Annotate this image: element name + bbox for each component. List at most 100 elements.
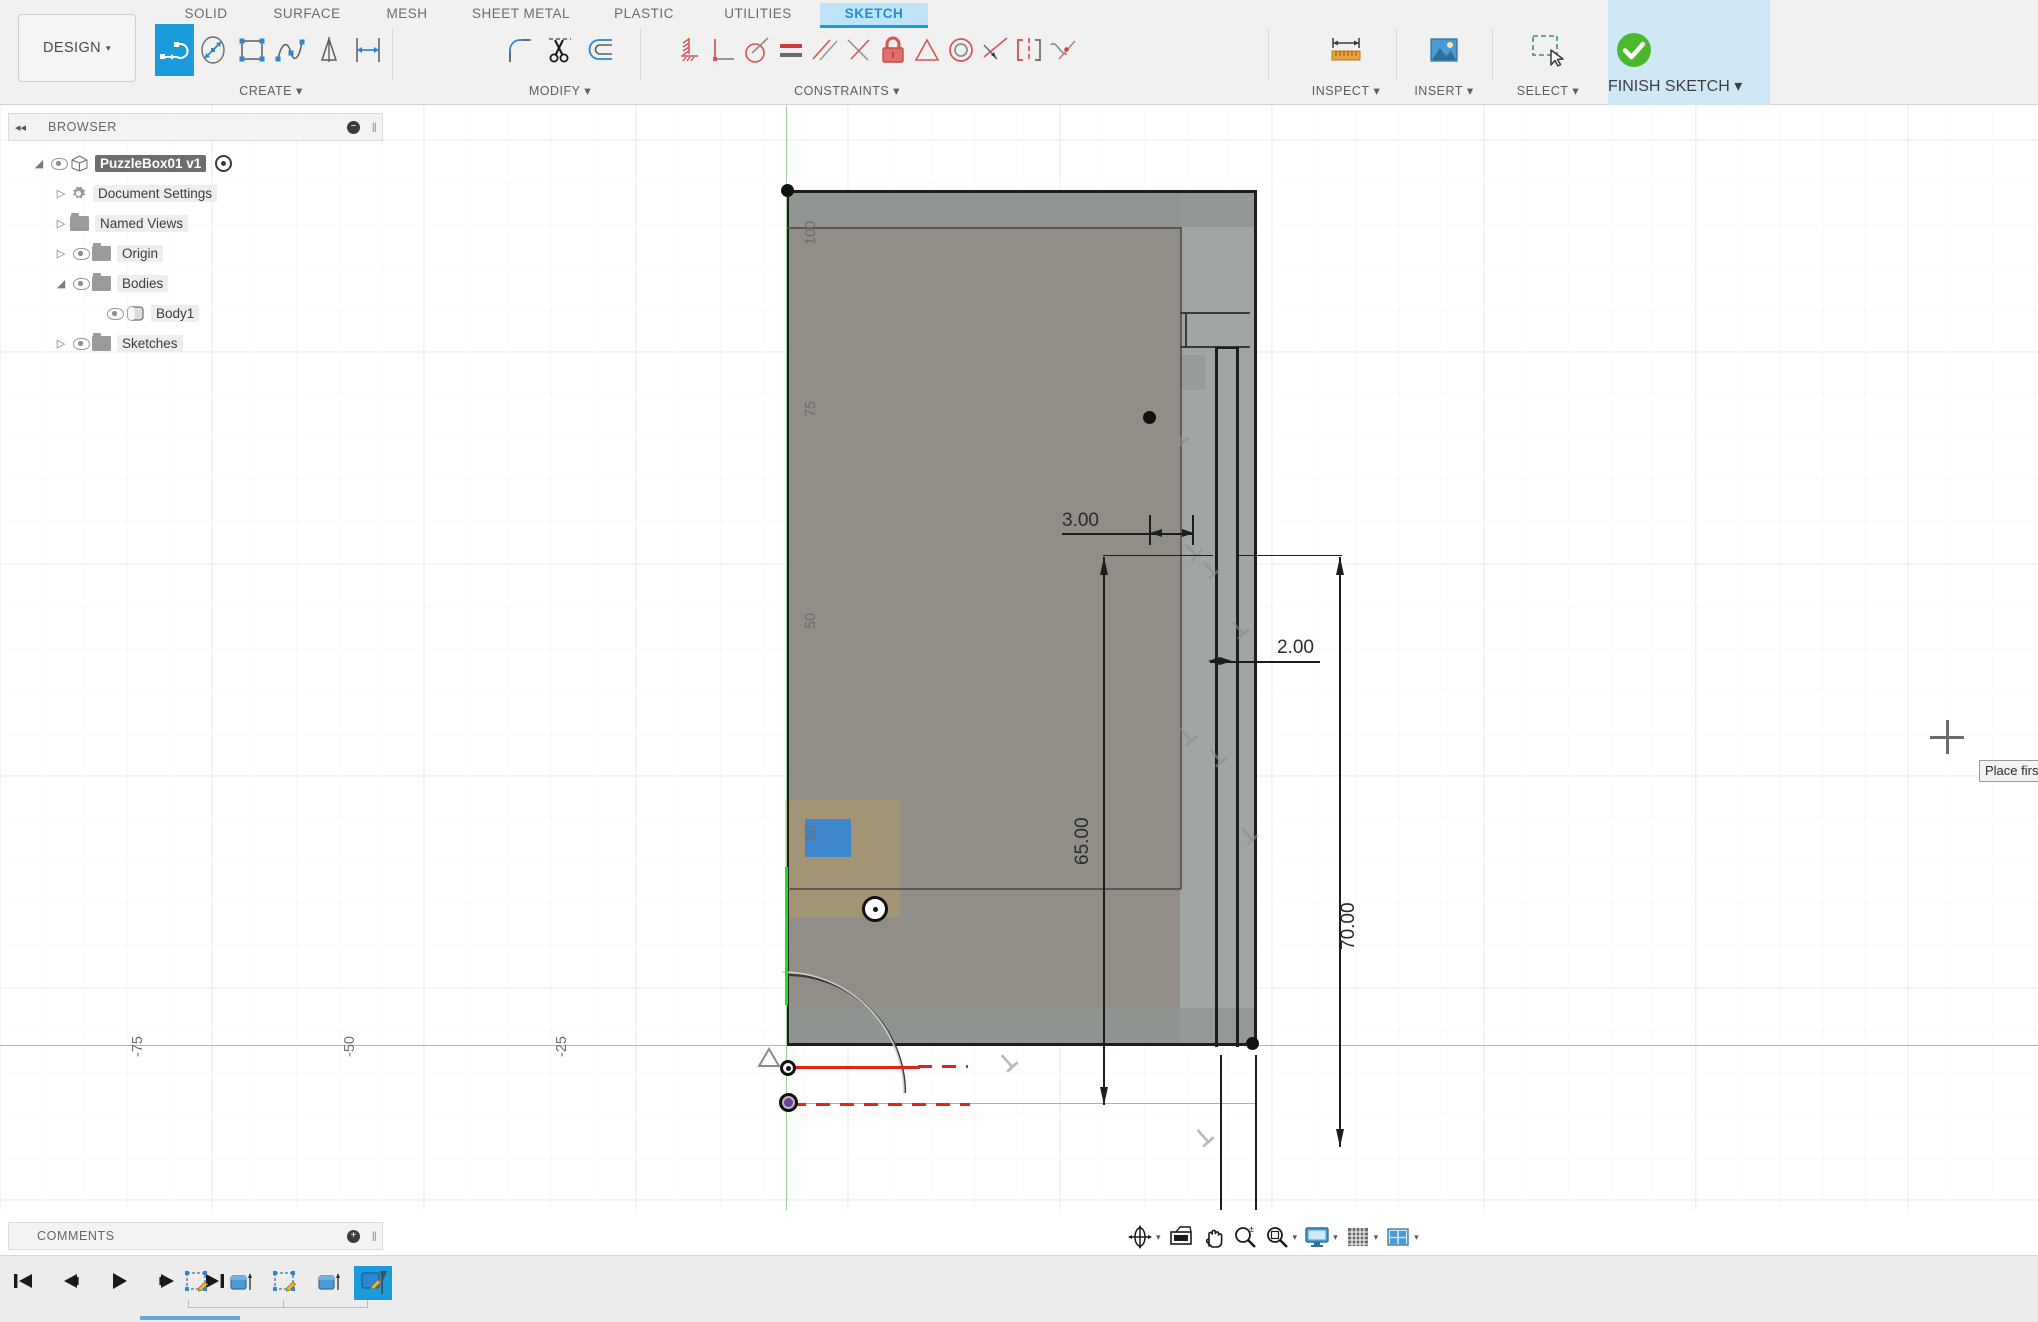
- visibility-eye-icon[interactable]: [104, 305, 126, 321]
- step-forward-icon[interactable]: [154, 1268, 180, 1294]
- orbit-icon[interactable]: [1125, 1223, 1155, 1251]
- dimension-label-3[interactable]: 3.00: [1062, 510, 1099, 532]
- ribbon-group-select-label[interactable]: SELECT ▾: [1498, 83, 1598, 98]
- ribbon-group-insert-label[interactable]: INSERT ▾: [1400, 83, 1488, 98]
- zoom-icon[interactable]: ±: [1230, 1223, 1260, 1251]
- sketch-step-left[interactable]: [1185, 312, 1187, 347]
- chevron-down-icon[interactable]: ▾: [1156, 1232, 1161, 1243]
- tree-item-puzzlebox01[interactable]: ◢ PuzzleBox01 v1: [8, 148, 388, 178]
- measure-icon[interactable]: [1320, 24, 1372, 76]
- tab-sheet-metal[interactable]: SHEET METAL: [452, 3, 590, 25]
- active-sketch-feature-icon[interactable]: [354, 1266, 392, 1300]
- step-back-icon[interactable]: [58, 1268, 84, 1294]
- offset-icon[interactable]: [580, 24, 620, 76]
- tab-mesh[interactable]: MESH: [362, 3, 452, 25]
- look-at-icon[interactable]: [1166, 1223, 1196, 1251]
- sketch-inner-line-bottom[interactable]: [787, 888, 1181, 890]
- fillet-icon[interactable]: [500, 24, 540, 76]
- zoom-window-icon[interactable]: [1262, 1223, 1292, 1251]
- ribbon-group-constraints-label[interactable]: CONSTRAINTS ▾: [682, 83, 1012, 98]
- tab-sketch[interactable]: SKETCH: [820, 3, 928, 25]
- grid-snap-icon[interactable]: [1343, 1223, 1373, 1251]
- sketch-point-bottom-right[interactable]: [1246, 1037, 1259, 1050]
- finish-sketch-check-icon[interactable]: [1608, 24, 1660, 76]
- concentric-icon[interactable]: [944, 24, 978, 76]
- visibility-eye-icon[interactable]: [70, 335, 92, 351]
- sketch-slot-left-edge[interactable]: [1215, 347, 1218, 1047]
- ribbon-group-inspect-label[interactable]: INSPECT ▾: [1300, 83, 1392, 98]
- rectangular-pattern-icon[interactable]: [348, 24, 387, 76]
- expand-arrow-right-icon[interactable]: ▷: [52, 217, 70, 230]
- curvature-icon[interactable]: [1046, 24, 1080, 76]
- coincident-icon[interactable]: [672, 24, 706, 76]
- sketch-point-top-left[interactable]: [781, 184, 794, 197]
- sketch-point-tangent[interactable]: [780, 1060, 796, 1076]
- sketch-feature-icon[interactable]: [178, 1266, 216, 1300]
- chevron-down-icon[interactable]: ▾: [1333, 1232, 1338, 1243]
- spline-icon[interactable]: [271, 24, 310, 76]
- expand-arrow-down-icon[interactable]: ◢: [30, 157, 48, 170]
- sketch-edge-top[interactable]: [787, 190, 1257, 193]
- tab-plastic[interactable]: PLASTIC: [590, 3, 698, 25]
- comments-grip-handle[interactable]: ‖: [372, 1229, 377, 1244]
- parallel-icon[interactable]: [808, 24, 842, 76]
- sketch-slot-top-edge[interactable]: [1215, 347, 1239, 349]
- expand-arrow-down-icon[interactable]: ◢: [52, 277, 70, 290]
- browser-panel-header[interactable]: ◂◂ BROWSER − ‖: [8, 113, 383, 141]
- expand-arrow-right-icon[interactable]: ▷: [52, 337, 70, 350]
- ribbon-group-modify-label[interactable]: MODIFY ▾: [500, 83, 620, 98]
- trim-icon[interactable]: [540, 24, 580, 76]
- sketch2-feature-icon[interactable]: [266, 1266, 304, 1300]
- sketch-slot-right-edge[interactable]: [1236, 347, 1239, 1047]
- mirror-icon[interactable]: [310, 24, 349, 76]
- visibility-eye-icon[interactable]: [70, 275, 92, 291]
- sketch-arc-fillet[interactable]: [770, 960, 930, 1110]
- collinear-icon[interactable]: [978, 24, 1012, 76]
- equal-icon[interactable]: [774, 24, 808, 76]
- add-comment-button[interactable]: +: [347, 1230, 360, 1243]
- perpendicular-icon[interactable]: [842, 24, 876, 76]
- sketch-inner-line-top[interactable]: [787, 227, 1181, 229]
- tree-item-bodies[interactable]: ◢ Bodies: [8, 268, 388, 298]
- extrude-feature-icon[interactable]: [222, 1266, 260, 1300]
- tree-item-document-settings[interactable]: ▷ Document Settings: [8, 178, 388, 208]
- tree-item-named-views[interactable]: ▷ Named Views: [8, 208, 388, 238]
- arc-center-point[interactable]: [862, 896, 888, 922]
- play-icon[interactable]: [106, 1268, 132, 1294]
- extrude2-feature-icon[interactable]: [310, 1266, 348, 1300]
- expand-arrow-right-icon[interactable]: ▷: [52, 247, 70, 260]
- sketch-inner-line-right[interactable]: [1180, 227, 1182, 889]
- collapse-icon[interactable]: ◂◂: [15, 121, 26, 134]
- tab-surface[interactable]: SURFACE: [252, 3, 362, 25]
- visibility-eye-icon[interactable]: [48, 155, 70, 171]
- tangent-icon[interactable]: [740, 24, 774, 76]
- tree-item-body1[interactable]: Body1: [8, 298, 388, 328]
- midpoint-icon[interactable]: [910, 24, 944, 76]
- display-settings-icon[interactable]: [1302, 1223, 1332, 1251]
- visibility-eye-icon[interactable]: [70, 245, 92, 261]
- viewports-icon[interactable]: [1383, 1223, 1413, 1251]
- expand-arrow-right-icon[interactable]: ▷: [52, 187, 70, 200]
- finish-sketch-label[interactable]: FINISH SKETCH ▾: [1608, 76, 1770, 96]
- finish-sketch-button[interactable]: FINISH SKETCH ▾: [1608, 0, 1770, 105]
- chevron-down-icon[interactable]: ▾: [1293, 1232, 1298, 1243]
- line-icon[interactable]: [155, 24, 194, 76]
- window-select-icon[interactable]: [1522, 24, 1574, 76]
- activate-component-radio[interactable]: [215, 155, 232, 172]
- insert-image-icon[interactable]: [1418, 24, 1470, 76]
- circle-center-diameter-icon[interactable]: [194, 24, 233, 76]
- tab-solid[interactable]: SOLID: [160, 3, 252, 25]
- chevron-down-icon[interactable]: ▾: [1374, 1232, 1379, 1243]
- sketch-point-step[interactable]: [1143, 411, 1156, 424]
- sketch-profile-right-strip[interactable]: [1180, 190, 1256, 1045]
- timeline-scroll-indicator[interactable]: [140, 1316, 240, 1320]
- ribbon-group-create-label[interactable]: CREATE ▾: [155, 83, 387, 98]
- sketch-step-top[interactable]: [1180, 312, 1250, 314]
- design-workspace-button[interactable]: DESIGN ▾: [18, 14, 136, 82]
- tangent-constraint-glyph[interactable]: [756, 1045, 782, 1071]
- browser-badge[interactable]: −: [347, 121, 360, 134]
- chevron-down-icon[interactable]: ▾: [1414, 1232, 1419, 1243]
- go-to-beginning-icon[interactable]: [10, 1268, 36, 1294]
- dimension-label-2[interactable]: 2.00: [1277, 637, 1314, 659]
- horizontal-vertical-icon[interactable]: [706, 24, 740, 76]
